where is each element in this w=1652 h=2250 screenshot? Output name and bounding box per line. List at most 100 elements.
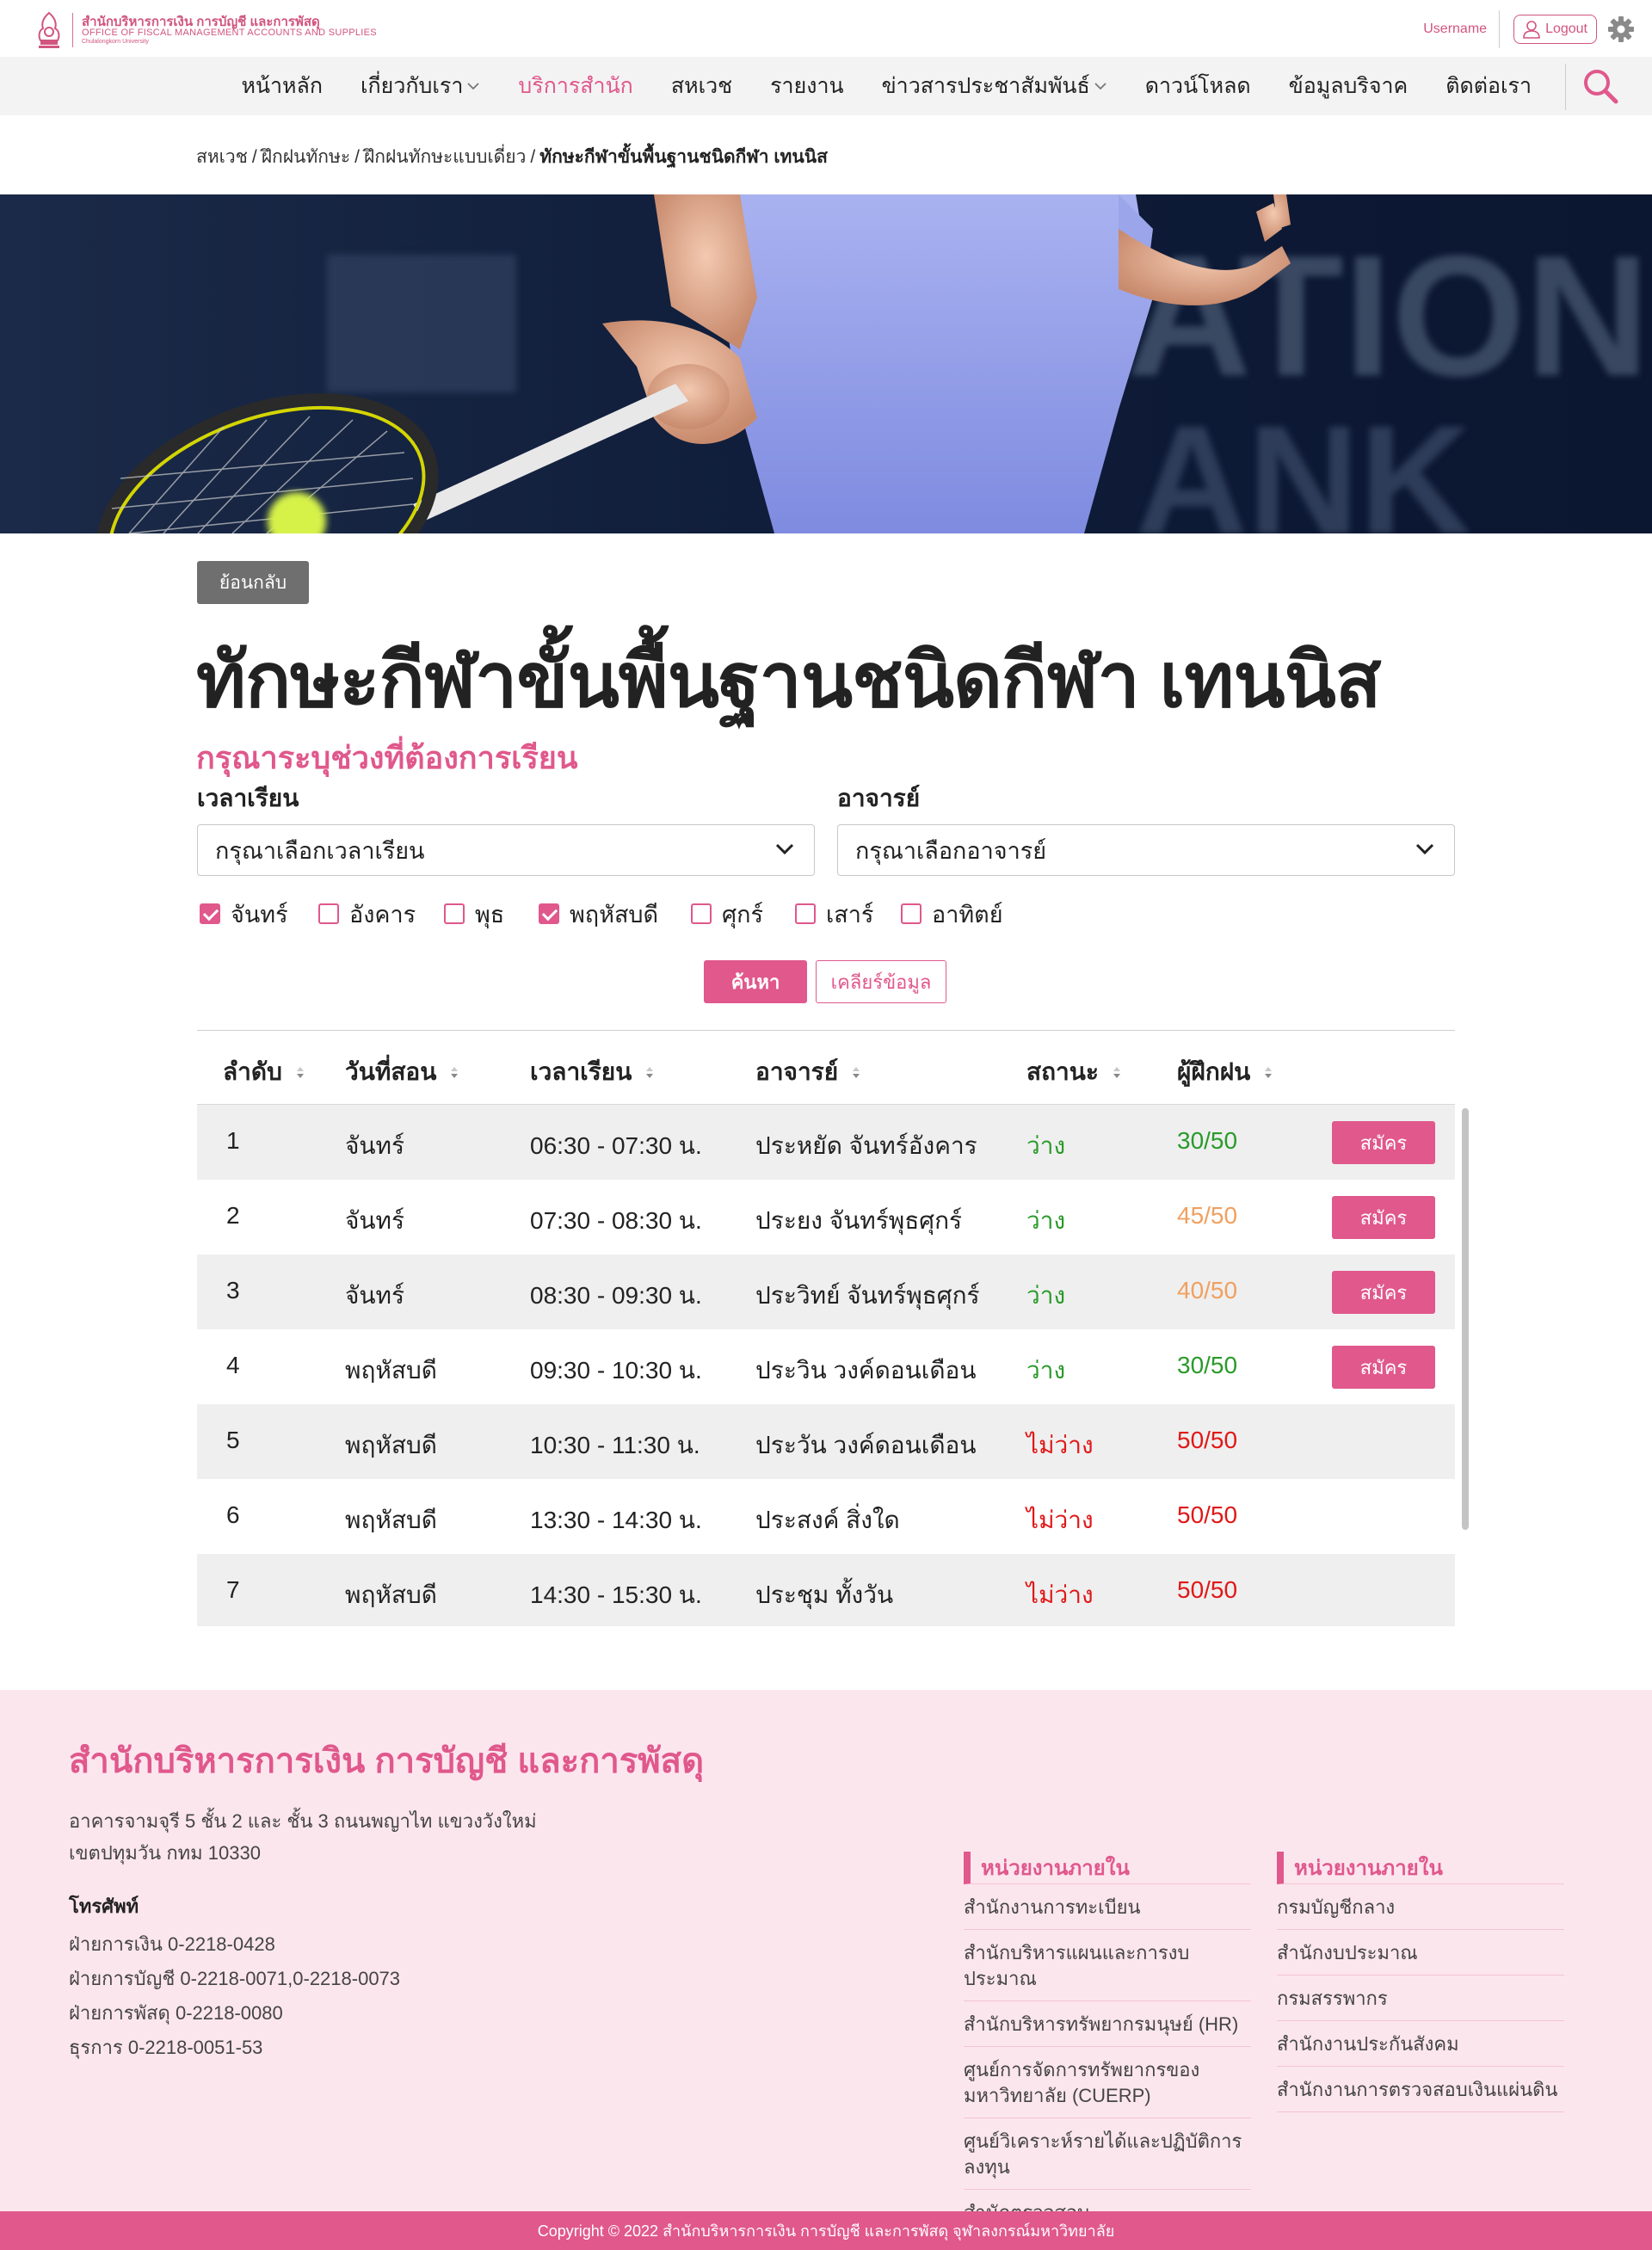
column-header[interactable]: ผู้ฝึกฝน (1177, 1053, 1273, 1091)
apply-button[interactable]: สมัคร (1332, 1271, 1435, 1314)
nav-item-label: เกี่ยวกับเรา (361, 74, 464, 98)
footer: สำนักบริหารการเงิน การบัญชี และการพัสดุ … (0, 1690, 1652, 2235)
row-time: 08:30 - 09:30 น. (530, 1282, 702, 1309)
day-label: เสาร์ (826, 901, 874, 928)
site-logo[interactable]: สำนักบริหารการเงิน การบัญชี และการพัสดุ … (34, 9, 413, 52)
sort-icon[interactable] (645, 1064, 654, 1080)
svg-text:ANK: ANK (1136, 394, 1471, 533)
teacher-select[interactable]: กรุณาเลือกอาจารย์ (837, 824, 1455, 876)
back-button[interactable]: ย้อนกลับ (197, 561, 309, 604)
nav-item[interactable]: รายงาน (770, 69, 843, 103)
row-day: จันทร์ (345, 1282, 405, 1309)
search-button[interactable]: ค้นหา (704, 960, 807, 1003)
footer-title: สำนักบริหารการเงิน การบัญชี และการพัสดุ (69, 1742, 705, 1780)
nav-item[interactable]: บริการสำนัก (518, 69, 632, 103)
footer-link[interactable]: สำนักงานการตรวจสอบเงินแผ่นดิน (1277, 2067, 1564, 2112)
sort-icon[interactable] (852, 1064, 860, 1080)
user-area: Username Logout (1423, 10, 1635, 48)
checkbox-box[interactable] (901, 903, 922, 924)
footer-link[interactable]: ศูนย์วิเคราะห์รายได้และปฏิบัติการลงทุน (964, 2118, 1251, 2190)
footer-column-title: หน่วยงานภายใน (964, 1852, 1251, 1884)
row-teacher: ประวิน วงค์ดอนเดือน (755, 1357, 977, 1384)
day-checkbox[interactable]: เสาร์ (795, 898, 873, 929)
checkbox-box[interactable] (539, 903, 559, 924)
table-scrollbar[interactable] (1462, 1108, 1469, 1530)
day-label: ศุกร์ (722, 901, 763, 928)
row-count: 50/50 (1177, 1501, 1238, 1528)
clear-button[interactable]: เคลียร์ข้อมูล (816, 960, 946, 1003)
nav-item-label: สหเวช (670, 74, 733, 98)
username-link[interactable]: Username (1423, 22, 1487, 37)
day-checkbox[interactable]: พุธ (444, 898, 504, 929)
teacher-select-value: กรุณาเลือกอาจารย์ (855, 837, 1047, 864)
svg-text:ATION: ATION (1127, 220, 1649, 412)
teacher-label: อาจารย์ (837, 785, 921, 811)
nav-item[interactable]: เกี่ยวกับเรา (361, 69, 480, 103)
apply-button[interactable]: สมัคร (1332, 1196, 1435, 1239)
chevron-down-icon (1094, 83, 1106, 90)
day-checkbox[interactable]: อาทิตย์ (901, 898, 1003, 929)
footer-link[interactable]: สำนักบริหารทรัพยากรมนุษย์ (HR) (964, 2001, 1251, 2047)
checkbox-box[interactable] (318, 903, 339, 924)
day-checkbox[interactable]: พฤหัสบดี (539, 898, 658, 929)
sort-icon[interactable] (450, 1064, 459, 1080)
day-label: อังคาร (349, 901, 416, 928)
checkbox-box[interactable] (200, 903, 220, 924)
sort-icon[interactable] (1264, 1064, 1273, 1080)
nav-item[interactable]: หน้าหลัก (241, 69, 323, 103)
footer-link[interactable]: สำนักงานประกันสังคม (1277, 2021, 1564, 2067)
chevron-down-icon (1415, 843, 1434, 855)
main-nav: หน้าหลัก เกี่ยวกับเรา บริการสำนัก สหเวช รายง… (0, 57, 1652, 115)
column-header[interactable]: อาจารย์ (755, 1053, 860, 1091)
gear-icon[interactable] (1607, 15, 1635, 43)
nav-item[interactable]: ข้อมูลบริจาค (1289, 69, 1409, 103)
footer-link[interactable]: กรมสรรพากร (1277, 1976, 1564, 2021)
checkbox-box[interactable] (444, 903, 465, 924)
nav-item[interactable]: สหเวช (671, 69, 732, 103)
section-subtitle: กรุณาระบุช่วงที่ต้องการเรียน (196, 740, 578, 775)
row-teacher: ประวัน วงค์ดอนเดือน (755, 1432, 977, 1458)
tennis-player-image: ATION ANK (0, 194, 1652, 533)
row-count: 30/50 (1177, 1127, 1238, 1154)
day-checkbox[interactable]: จันทร์ (200, 898, 288, 929)
footer-link[interactable]: สำนักงบประมาณ (1277, 1930, 1564, 1976)
column-header[interactable]: ลำดับ (223, 1053, 305, 1091)
top-bar: สำนักบริหารการเงิน การบัญชี และการพัสดุ … (0, 0, 1652, 57)
breadcrumb-item[interactable]: ฝึกฝนทักษะ (262, 147, 350, 167)
row-count: 40/50 (1177, 1277, 1238, 1304)
time-select[interactable]: กรุณาเลือกเวลาเรียน (197, 824, 815, 876)
nav-item[interactable]: ข่าวสารประชาสัมพันธ์ (882, 69, 1107, 103)
day-checkbox[interactable]: ศุกร์ (691, 898, 763, 929)
logout-label: Logout (1545, 22, 1587, 36)
day-checkbox[interactable]: อังคาร (318, 898, 416, 929)
breadcrumb-item[interactable]: ฝึกฝนทักษะแบบเดี่ยว (364, 147, 526, 167)
address-line: เขตปทุมวัน กทม 10330 (69, 1842, 261, 1864)
apply-button[interactable]: สมัคร (1332, 1346, 1435, 1389)
row-day: จันทร์ (345, 1207, 405, 1234)
sort-icon[interactable] (296, 1064, 305, 1080)
column-header-label: ลำดับ (223, 1058, 282, 1085)
chevron-down-icon (467, 83, 480, 90)
row-time: 07:30 - 08:30 น. (530, 1207, 702, 1234)
footer-link[interactable]: สำนักงานการทะเบียน (964, 1884, 1251, 1930)
footer-link[interactable]: สำนักบริหารแผนและการงบประมาณ (964, 1930, 1251, 2001)
nav-item-label: รายงาน (770, 74, 844, 98)
search-icon[interactable] (1581, 67, 1619, 105)
column-header[interactable]: วันที่สอน (345, 1053, 459, 1091)
nav-item[interactable]: ติดต่อเรา (1446, 69, 1532, 103)
apply-button[interactable]: สมัคร (1332, 1121, 1435, 1164)
checkbox-box[interactable] (795, 903, 816, 924)
footer-link[interactable]: ศูนย์การจัดการทรัพยากรของมหาวิทยาลัย (CU… (964, 2047, 1251, 2118)
row-number: 4 (226, 1352, 240, 1378)
row-time: 06:30 - 07:30 น. (530, 1132, 702, 1159)
breadcrumb-item[interactable]: สหเวช (196, 147, 248, 167)
column-header[interactable]: เวลาเรียน (530, 1053, 654, 1091)
time-select-value: กรุณาเลือกเวลาเรียน (215, 837, 425, 864)
footer-link[interactable]: กรมบัญชีกลาง (1277, 1884, 1564, 1930)
nav-item[interactable]: ดาวน์โหลด (1145, 69, 1251, 103)
logout-button[interactable]: Logout (1513, 15, 1597, 44)
column-header[interactable]: สถานะ (1026, 1053, 1121, 1091)
checkbox-box[interactable] (691, 903, 712, 924)
nav-item-label: ข้อมูลบริจาค (1288, 74, 1409, 98)
sort-icon[interactable] (1113, 1064, 1121, 1080)
